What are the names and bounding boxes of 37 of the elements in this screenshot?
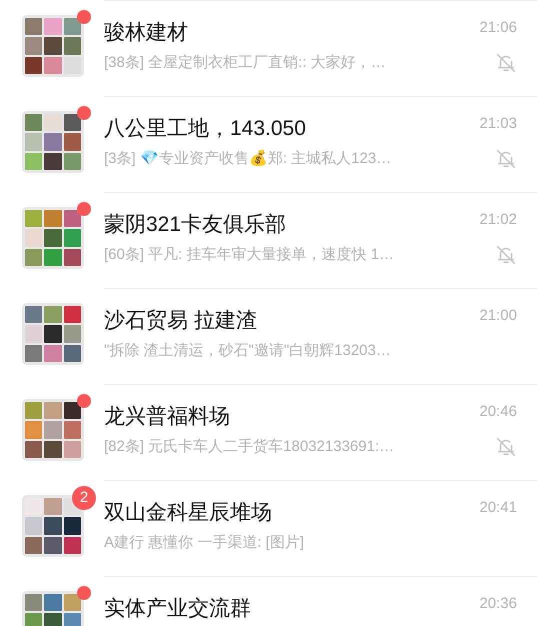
chat-name: 蒙阴321卡友俱乐部 [104,212,286,238]
chat-row[interactable]: 实体产业交流群 20:36 [0,577,537,626]
group-avatar [22,303,84,365]
message-time: 21:00 [479,306,517,326]
chat-name: 双山金科星辰堆场 [104,500,272,526]
message-preview: [82条] 元氏卡车人二手货车18032133691:… [104,437,394,457]
chat-row[interactable]: 骏林建材 [38条] 全屋定制衣柜工厂直销:: 大家好，… 21:06 [0,1,537,97]
group-avatar [22,111,84,173]
group-avatar [22,207,84,269]
chat-name: 八公里工地，143.050 [104,116,306,142]
chat-row[interactable]: 龙兴普福料场 [82条] 元氏卡车人二手货车18032133691:… 20:46 [0,385,537,481]
chat-row[interactable]: 蒙阴321卡友俱乐部 [60条] 平凡: 挂车年审大量接单，速度快 1… 21:02 [0,193,537,289]
chat-row[interactable]: 八公里工地，143.050 [3条] 💎专业资产收售💰郑: 主城私人123… 21:03 [0,97,537,193]
message-preview: "拆除 渣土清运，砂石"邀请"白朝辉13203… [104,341,391,361]
unread-count: 2 [72,486,96,510]
chat-name: 骏林建材 [104,20,188,46]
chat-name: 实体产业交流群 [104,596,251,622]
muted-bell-icon [495,148,517,170]
message-time: 21:03 [479,114,517,134]
muted-bell-icon [495,52,517,74]
message-preview: [60条] 平凡: 挂车年审大量接单，速度快 1… [104,245,394,265]
chat-row[interactable]: 沙石贸易 拉建渣 "拆除 渣土清运，砂石"邀请"白朝辉13203… 21:00 [0,289,537,385]
message-time: 21:02 [479,210,517,230]
message-time: 20:36 [479,594,517,614]
chat-name: 沙石贸易 拉建渣 [104,308,257,334]
muted-bell-icon [495,436,517,458]
chat-row[interactable]: 2 双山金科星辰堆场 A建行 惠懂你 一手渠道: [图片] 20:41 [0,481,537,577]
muted-bell-icon [495,244,517,266]
chat-name: 龙兴普福料场 [104,404,230,430]
message-preview: A建行 惠懂你 一手渠道: [图片] [104,533,304,553]
message-time: 21:06 [479,18,517,38]
group-avatar [22,15,84,77]
message-preview: [3条] 💎专业资产收售💰郑: 主城私人123… [104,149,392,169]
message-time: 20:46 [479,402,517,422]
group-avatar [22,399,84,461]
message-preview: [38条] 全屋定制衣柜工厂直销:: 大家好，… [104,53,386,73]
message-time: 20:41 [479,498,517,518]
